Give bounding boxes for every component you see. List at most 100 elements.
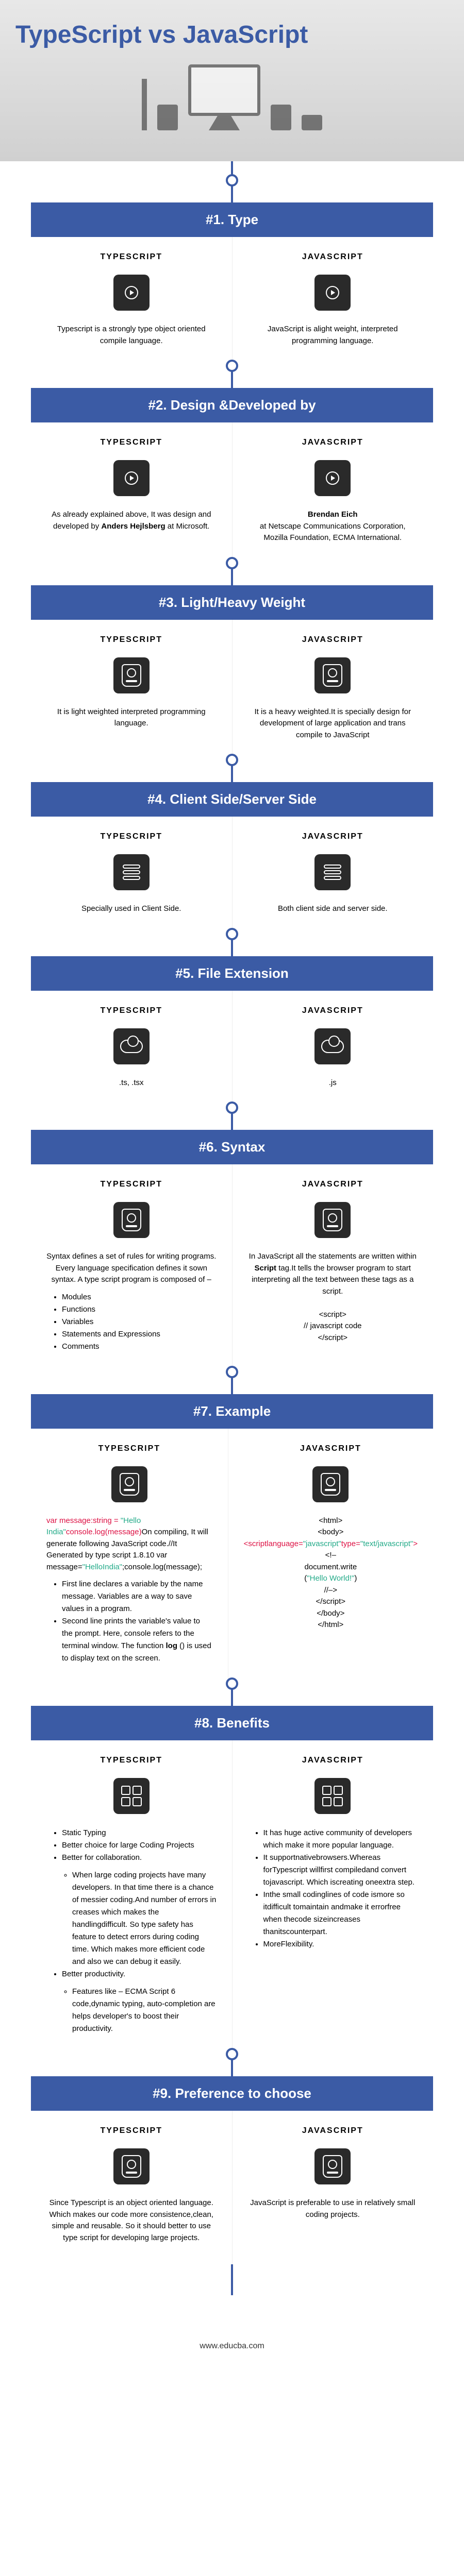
timeline-node-icon — [226, 360, 238, 372]
ts-icon — [46, 854, 217, 890]
js-description: .js — [248, 1077, 418, 1089]
section-7: #7. Example TYPESCRIPT var message:strin… — [31, 1394, 433, 1686]
section-header: #7. Example — [31, 1394, 433, 1429]
js-icon — [248, 275, 418, 311]
section-8: #8. Benefits TYPESCRIPT Static TypingBet… — [31, 1706, 433, 2056]
ts-description: Static TypingBetter choice for large Cod… — [46, 1827, 217, 2035]
section-header: #6. Syntax — [31, 1130, 433, 1164]
js-description: Both client side and server side. — [248, 903, 418, 915]
javascript-column: JAVASCRIPT It has huge active community … — [232, 1740, 434, 2056]
js-icon — [248, 657, 418, 693]
section-5: #5. File Extension TYPESCRIPT .ts, .tsx … — [31, 956, 433, 1110]
ts-icon — [46, 1202, 217, 1238]
js-description: In JavaScript all the statements are wri… — [248, 1251, 418, 1344]
js-description: Brendan Eichat Netscape Communications C… — [248, 509, 418, 544]
ts-icon — [46, 1778, 217, 1814]
column-title-js: JAVASCRIPT — [248, 1756, 418, 1765]
column-title-ts: TYPESCRIPT — [46, 832, 217, 841]
ts-description: .ts, .tsx — [46, 1077, 217, 1089]
typescript-column: TYPESCRIPT Specially used in Client Side… — [31, 817, 232, 936]
js-description: JavaScript is alight weight, interpreted… — [248, 324, 418, 347]
column-title-js: JAVASCRIPT — [248, 252, 418, 262]
timeline-node-icon — [226, 174, 238, 187]
js-description: It has huge active community of develope… — [248, 1827, 418, 1951]
column-title-ts: TYPESCRIPT — [46, 252, 217, 262]
ts-description: Specially used in Client Side. — [46, 903, 217, 915]
ts-icon — [46, 460, 217, 496]
section-6: #6. Syntax TYPESCRIPT Syntax defines a s… — [31, 1130, 433, 1374]
ts-description: It is light weighted interpreted program… — [46, 706, 217, 730]
column-title-ts: TYPESCRIPT — [46, 1444, 212, 1453]
column-title-ts: TYPESCRIPT — [46, 438, 217, 447]
column-title-js: JAVASCRIPT — [248, 2126, 418, 2136]
section-header: #2. Design &Developed by — [31, 388, 433, 422]
column-title-ts: TYPESCRIPT — [46, 1756, 217, 1765]
section-header: #1. Type — [31, 202, 433, 237]
section-3: #3. Light/Heavy Weight TYPESCRIPT It is … — [31, 585, 433, 762]
javascript-column: JAVASCRIPT Both client side and server s… — [232, 817, 434, 936]
ts-icon — [46, 1028, 217, 1064]
column-title-js: JAVASCRIPT — [248, 1006, 418, 1015]
typescript-column: TYPESCRIPT .ts, .tsx — [31, 991, 232, 1110]
column-title-js: JAVASCRIPT — [248, 635, 418, 645]
ts-description: Since Typescript is an object oriented l… — [46, 2197, 217, 2244]
section-header: #3. Light/Heavy Weight — [31, 585, 433, 620]
comparison-timeline: #1. Type TYPESCRIPT Typescript is a stro… — [0, 161, 464, 2326]
section-2: #2. Design &Developed by TYPESCRIPT As a… — [31, 388, 433, 565]
page-title: TypeScript vs JavaScript — [15, 21, 449, 49]
column-title-ts: TYPESCRIPT — [46, 2126, 217, 2136]
typescript-column: TYPESCRIPT It is light weighted interpre… — [31, 620, 232, 762]
ts-description: Typescript is a strongly type object ori… — [46, 324, 217, 347]
column-title-ts: TYPESCRIPT — [46, 1180, 217, 1189]
js-icon — [248, 1202, 418, 1238]
js-icon — [244, 1466, 418, 1502]
javascript-column: JAVASCRIPT Brendan Eichat Netscape Commu… — [232, 422, 434, 565]
js-icon — [248, 1028, 418, 1064]
section-1: #1. Type TYPESCRIPT Typescript is a stro… — [31, 202, 433, 367]
javascript-column: JAVASCRIPT It is a heavy weighted.It is … — [232, 620, 434, 762]
column-title-ts: TYPESCRIPT — [46, 635, 217, 645]
timeline-node-icon — [226, 928, 238, 940]
ts-description: var message:string = "Hello India"consol… — [46, 1515, 212, 1665]
hero-banner: TypeScript vs JavaScript — [0, 0, 464, 161]
ts-description: Syntax defines a set of rules for writin… — [46, 1251, 217, 1353]
column-title-js: JAVASCRIPT — [248, 832, 418, 841]
javascript-column: JAVASCRIPT .js — [232, 991, 434, 1110]
js-icon — [248, 854, 418, 890]
column-title-js: JAVASCRIPT — [248, 438, 418, 447]
column-title-ts: TYPESCRIPT — [46, 1006, 217, 1015]
section-header: #9. Preference to choose — [31, 2076, 433, 2111]
javascript-column: JAVASCRIPT In JavaScript all the stateme… — [232, 1164, 434, 1374]
javascript-column: JAVASCRIPT JavaScript is preferable to u… — [232, 2111, 434, 2264]
ts-icon — [46, 1466, 212, 1502]
typescript-column: TYPESCRIPT Typescript is a strongly type… — [31, 237, 232, 367]
timeline-node-icon — [226, 1366, 238, 1378]
section-9: #9. Preference to choose TYPESCRIPT Sinc… — [31, 2076, 433, 2264]
javascript-column: JAVASCRIPT JavaScript is alight weight, … — [232, 237, 434, 367]
ts-icon — [46, 657, 217, 693]
timeline-node-icon — [226, 2048, 238, 2060]
timeline-node-icon — [226, 1101, 238, 1114]
js-icon — [248, 1778, 418, 1814]
timeline-node-icon — [226, 754, 238, 766]
ts-icon — [46, 2148, 217, 2184]
ts-description: As already explained above, It was desig… — [46, 509, 217, 532]
typescript-column: TYPESCRIPT var message:string = "Hello I… — [31, 1429, 228, 1686]
typescript-column: TYPESCRIPT As already explained above, I… — [31, 422, 232, 565]
typescript-column: TYPESCRIPT Syntax defines a set of rules… — [31, 1164, 232, 1374]
js-description: <html><body><scriptlanguage="javascript"… — [244, 1515, 418, 1631]
typescript-column: TYPESCRIPT Static TypingBetter choice fo… — [31, 1740, 232, 2056]
javascript-column: JAVASCRIPT <html><body><scriptlanguage="… — [228, 1429, 433, 1686]
column-title-js: JAVASCRIPT — [244, 1444, 418, 1453]
typescript-column: TYPESCRIPT Since Typescript is an object… — [31, 2111, 232, 2264]
timeline-node-icon — [226, 1677, 238, 1690]
footer-url: www.educba.com — [0, 2326, 464, 2366]
section-4: #4. Client Side/Server Side TYPESCRIPT S… — [31, 782, 433, 936]
column-title-js: JAVASCRIPT — [248, 1180, 418, 1189]
section-header: #4. Client Side/Server Side — [31, 782, 433, 817]
timeline-node-icon — [226, 557, 238, 569]
js-icon — [248, 2148, 418, 2184]
js-icon — [248, 460, 418, 496]
section-header: #5. File Extension — [31, 956, 433, 991]
ts-icon — [46, 275, 217, 311]
